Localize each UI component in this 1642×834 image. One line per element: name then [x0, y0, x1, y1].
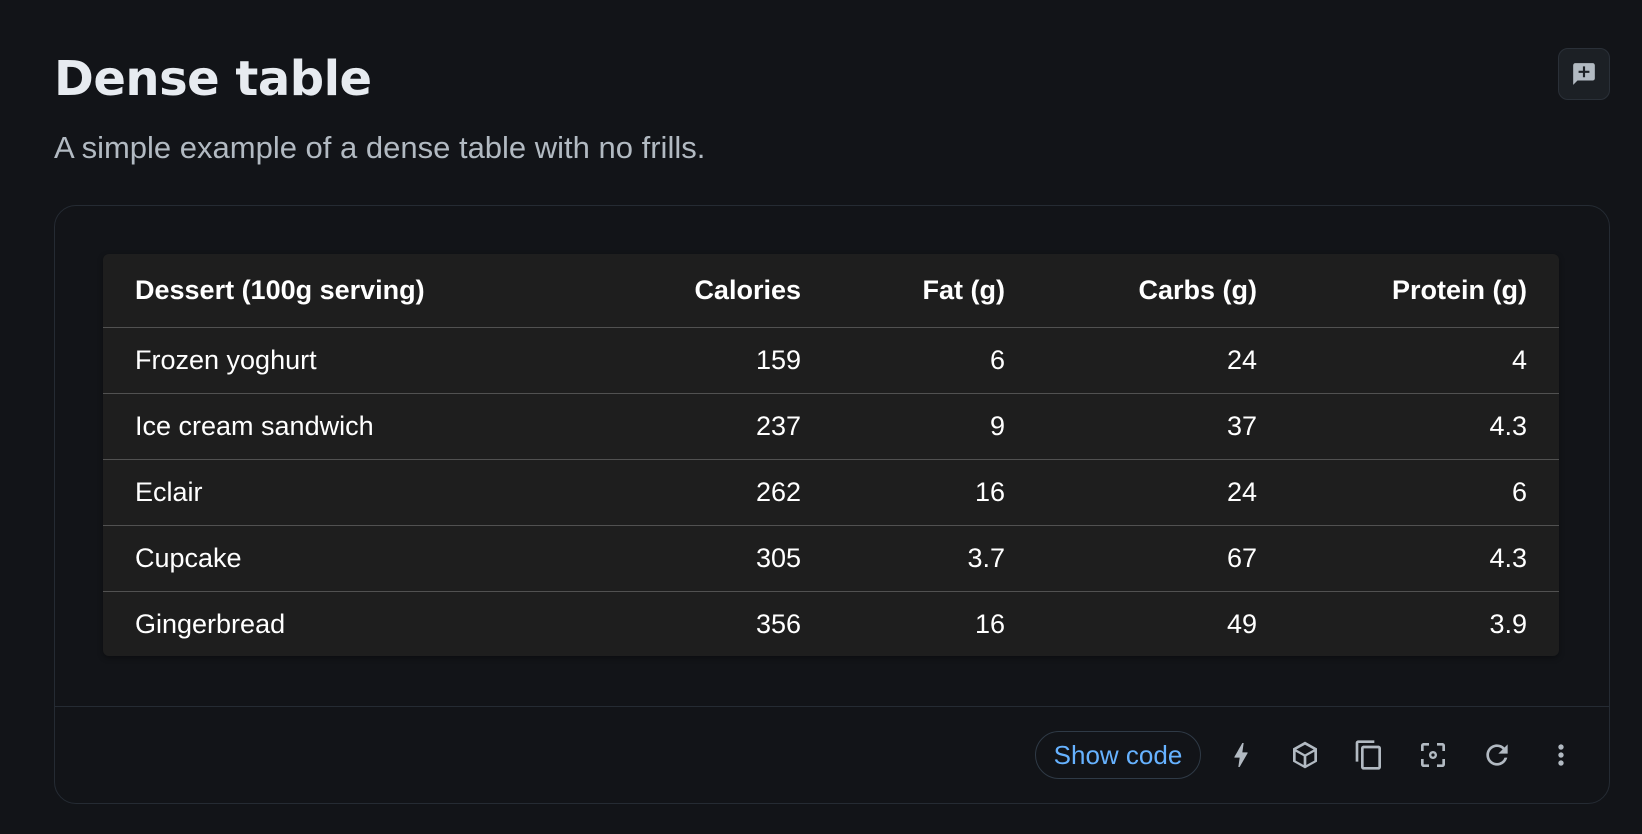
- table-cell-fat: 16: [974, 608, 1005, 639]
- table-cell-dessert: Eclair: [103, 459, 613, 526]
- page-subtitle: A simple example of a dense table with n…: [54, 130, 706, 165]
- more-vert-icon: [1558, 744, 1564, 766]
- refresh-icon: [1486, 744, 1508, 766]
- copy-source-button[interactable]: [1347, 733, 1391, 777]
- column-header-dessert: Dessert (100g serving): [103, 254, 613, 328]
- feedback-button[interactable]: [1558, 48, 1610, 100]
- reset-focus-button[interactable]: [1411, 733, 1455, 777]
- table-cell-dessert: Frozen yoghurt: [103, 327, 613, 394]
- screenshot-icon: [1421, 743, 1445, 767]
- codesandbox-button[interactable]: [1283, 733, 1327, 777]
- demo-preview: Dessert (100g serving) Calories Fat (g) …: [55, 206, 1609, 706]
- table-cell-fat: 9: [833, 393, 1037, 460]
- table-cell-fat: 3.7: [833, 525, 1037, 592]
- cube-icon: [1293, 741, 1317, 769]
- page: Dense table A simple example of a dense …: [0, 0, 1642, 834]
- table-cell-fat: 6: [833, 327, 1037, 394]
- table-cell-carbs: 67: [1037, 525, 1289, 592]
- reset-demo-button[interactable]: [1475, 733, 1519, 777]
- column-header-calories: Calories: [613, 254, 833, 328]
- table-cell-protein: 3.9: [1489, 608, 1527, 639]
- table-row: Gingerbread 356 16 49 3.9: [103, 591, 1559, 656]
- table-cell-dessert: Gingerbread: [135, 608, 286, 639]
- table-cell-calories: 159: [613, 327, 833, 394]
- table-row: Ice cream sandwich 237 9 37 4.3: [103, 393, 1559, 460]
- table-cell-dessert: Cupcake: [103, 525, 613, 592]
- table-cell-protein: 4.3: [1289, 393, 1559, 460]
- table-header-row: Dessert (100g serving) Calories Fat (g) …: [103, 254, 1559, 328]
- copy-icon: [1355, 740, 1381, 770]
- bolt-icon: [1234, 743, 1248, 767]
- table-cell-protein: 4.3: [1289, 525, 1559, 592]
- table-cell-calories: 356: [755, 608, 801, 639]
- table-row: Cupcake 305 3.7 67 4.3: [103, 525, 1559, 592]
- table-cell-fat: 16: [833, 459, 1037, 526]
- demo-toolbar: Show code: [55, 706, 1609, 803]
- table-cell-carbs: 37: [1037, 393, 1289, 460]
- table-cell-calories: 262: [613, 459, 833, 526]
- dense-table: Dessert (100g serving) Calories Fat (g) …: [103, 254, 1559, 656]
- table-cell-calories: 237: [613, 393, 833, 460]
- table-cell-carbs: 24: [1037, 327, 1289, 394]
- table-cell-protein: 6: [1289, 459, 1559, 526]
- table-cell-carbs: 49: [1226, 608, 1257, 639]
- table-cell-carbs: 24: [1037, 459, 1289, 526]
- table-cell-protein: 4: [1289, 327, 1559, 394]
- page-title: Dense table: [54, 51, 372, 107]
- show-code-button[interactable]: Show code: [1035, 731, 1201, 779]
- column-header-fat: Fat (g): [833, 254, 1037, 328]
- add-comment-icon: [1573, 63, 1595, 85]
- demo-container: Dessert (100g serving) Calories Fat (g) …: [54, 205, 1610, 804]
- column-header-protein: Protein (g): [1289, 254, 1559, 328]
- column-header-carbs: Carbs (g): [1037, 254, 1289, 328]
- more-options-button[interactable]: [1539, 733, 1583, 777]
- table-row: Frozen yoghurt 159 6 24 4: [103, 327, 1559, 394]
- table-cell-dessert: Ice cream sandwich: [103, 393, 613, 460]
- table-cell-calories: 305: [613, 525, 833, 592]
- table-row: Eclair 262 16 24 6: [103, 459, 1559, 526]
- stackblitz-button[interactable]: [1219, 733, 1263, 777]
- dense-table-container: Dessert (100g serving) Calories Fat (g) …: [103, 254, 1559, 656]
